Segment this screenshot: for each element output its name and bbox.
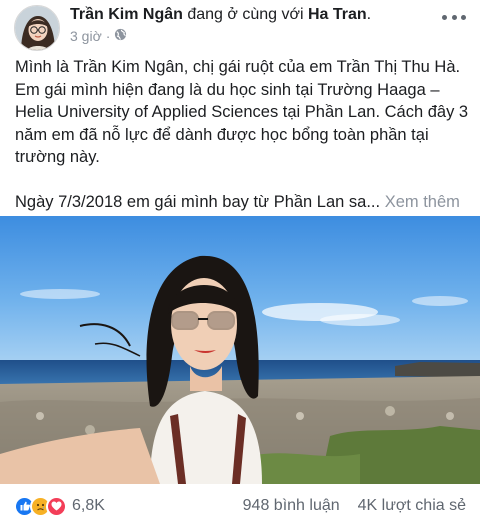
post-paragraph-2: Ngày 7/3/2018 em gái mình bay từ Phần La… [15, 191, 470, 214]
post-paragraph-1: Mình là Trần Kim Ngân, chị gái ruột của … [15, 58, 469, 166]
post-body: Mình là Trần Kim Ngân, chị gái ruột của … [15, 56, 470, 213]
comment-count[interactable]: 948 bình luận [243, 497, 340, 515]
globe-icon [114, 28, 127, 44]
post-photo[interactable] [0, 216, 480, 484]
reaction-icons[interactable] [14, 495, 67, 517]
reaction-count[interactable]: 6,8K [72, 497, 105, 515]
post-paragraph-2-text: Ngày 7/3/2018 em gái mình bay từ Phần La… [15, 192, 381, 211]
author-avatar[interactable] [14, 5, 60, 51]
post-footer: 6,8K 948 bình luận 4K lượt chia sẻ [0, 486, 480, 526]
tagged-user[interactable]: Ha Tran [308, 6, 367, 23]
footer-stats: 948 bình luận 4K lượt chia sẻ [243, 497, 466, 515]
more-options-icon[interactable] [442, 9, 466, 25]
author-line: Trần Kim Ngân đang ở cùng với Ha Tran. [70, 6, 371, 24]
author-name[interactable]: Trần Kim Ngân [70, 6, 183, 23]
post-time[interactable]: 3 giờ [70, 28, 102, 44]
post-header: Trần Kim Ngân đang ở cùng với Ha Tran. 3… [0, 0, 480, 56]
share-count[interactable]: 4K lượt chia sẻ [358, 497, 466, 515]
with-text: đang ở cùng với [187, 6, 304, 23]
tagged-suffix: . [366, 6, 372, 23]
meta-separator: · [105, 28, 111, 44]
love-icon [46, 495, 67, 517]
see-more-link[interactable]: Xem thêm [385, 193, 460, 211]
post-meta: 3 giờ · [70, 28, 127, 44]
